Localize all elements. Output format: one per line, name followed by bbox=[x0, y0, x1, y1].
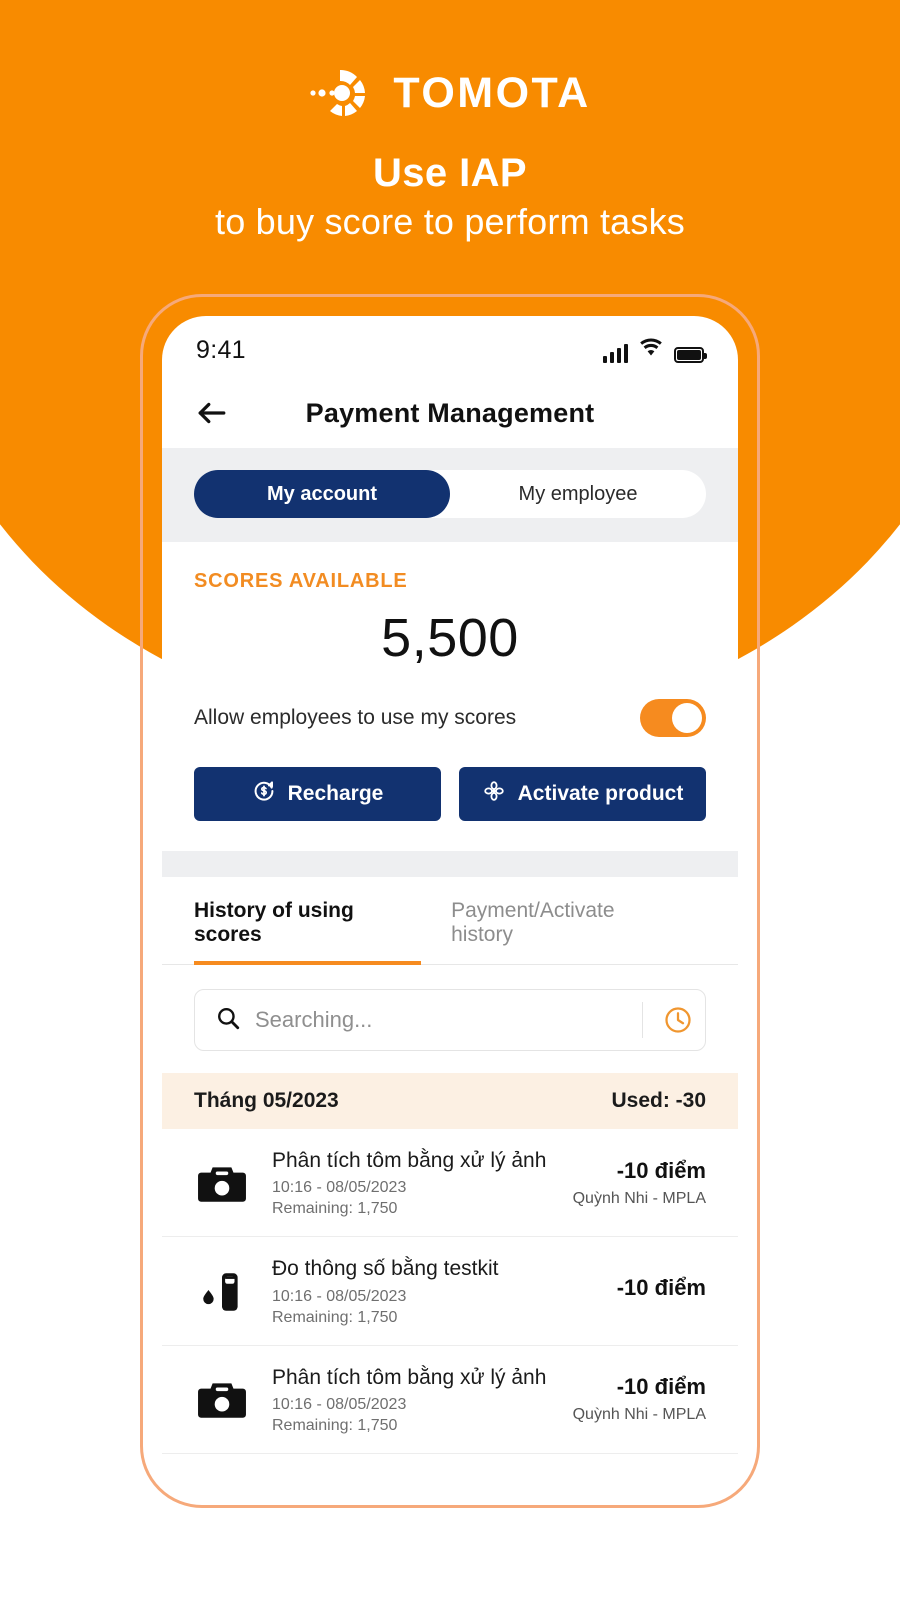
tab-history-of-using-scores[interactable]: History of using scores bbox=[194, 877, 422, 965]
section-divider-band bbox=[162, 851, 738, 877]
transaction-remaining: Remaining: 1,750 bbox=[272, 1200, 398, 1218]
transaction-details: Đo thông số bằng testkit 10:16 - 08/05/2… bbox=[272, 1255, 595, 1326]
status-bar: 9:41 bbox=[162, 316, 738, 378]
camera-icon bbox=[194, 1376, 250, 1422]
circular-segments-icon bbox=[309, 60, 375, 126]
scores-section: SCORES AVAILABLE 5,500 bbox=[162, 542, 738, 669]
wifi-icon bbox=[638, 337, 664, 363]
activate-product-button-label: Activate product bbox=[517, 782, 684, 805]
promo-screenshot: TOMOTA Use IAP to buy score to perform t… bbox=[0, 0, 900, 1600]
transaction-title: Phân tích tôm bằng xử lý ảnh bbox=[272, 1365, 547, 1389]
transaction-amount: -10 điểm bbox=[616, 1374, 706, 1400]
scores-available-value: 5,500 bbox=[381, 608, 519, 668]
month-group-summary: Used: -30 bbox=[611, 1089, 706, 1112]
tab-my-account[interactable]: My account bbox=[194, 470, 450, 518]
allow-employees-toggle[interactable] bbox=[640, 699, 706, 737]
transaction-datetime: 10:16 - 08/05/2023 bbox=[272, 1395, 407, 1413]
phone-screen: 9:41 Payment Management My account My em… bbox=[162, 316, 738, 1502]
transaction-details: Phân tích tôm bằng xử lý ảnh 10:16 - 08/… bbox=[272, 1147, 551, 1218]
search-section bbox=[162, 965, 738, 1073]
battery-full-icon bbox=[674, 346, 707, 363]
table-row[interactable]: Đo thông số bằng testkit 10:16 - 08/05/2… bbox=[162, 1237, 738, 1346]
table-row[interactable]: Phân tích tôm bằng xử lý ảnh 10:16 - 08/… bbox=[162, 1346, 738, 1454]
brand-logo: TOMOTA bbox=[0, 60, 900, 126]
pinwheel-flower-icon bbox=[482, 779, 506, 809]
transaction-amount: -10 điểm bbox=[616, 1274, 706, 1300]
recharge-button[interactable]: Recharge bbox=[194, 767, 441, 821]
tab-my-employee[interactable]: My employee bbox=[450, 470, 706, 518]
testkit-icon bbox=[194, 1267, 250, 1315]
activate-product-button[interactable]: Activate product bbox=[459, 767, 706, 821]
hero-headline: Use IAP to buy score to perform tasks bbox=[0, 148, 900, 247]
transaction-amount-block: -10 điểm Quỳnh Nhi - MPLA bbox=[573, 1158, 706, 1208]
page-title: Payment Management bbox=[305, 397, 595, 428]
segmented-control-band: My account My employee bbox=[162, 448, 738, 542]
allow-employees-label: Allow employees to use my scores bbox=[194, 706, 517, 729]
search-bar bbox=[194, 989, 706, 1051]
toggle-knob bbox=[672, 703, 702, 733]
action-buttons: Recharge Activate product bbox=[162, 737, 738, 821]
transaction-details: Phân tích tôm bằng xử lý ảnh 10:16 - 08/… bbox=[272, 1364, 551, 1435]
allow-employees-row: Allow employees to use my scores bbox=[162, 669, 738, 737]
camera-icon bbox=[194, 1160, 250, 1206]
segmented-control: My account My employee bbox=[194, 470, 706, 518]
status-bar-icons bbox=[603, 337, 707, 363]
transaction-title: Phân tích tôm bằng xử lý ảnh bbox=[272, 1149, 547, 1172]
recharge-button-label: Recharge bbox=[287, 782, 384, 805]
history-tabs: History of using scores Payment/Activate… bbox=[162, 877, 738, 965]
headline-line-2: to buy score to perform tasks bbox=[215, 201, 685, 242]
transaction-title: Đo thông số bằng testkit bbox=[272, 1257, 499, 1281]
transaction-remaining: Remaining: 1,750 bbox=[272, 1416, 398, 1434]
transaction-datetime: 10:16 - 08/05/2023 bbox=[272, 1287, 407, 1305]
transaction-datetime: 10:16 - 08/05/2023 bbox=[272, 1179, 407, 1197]
transaction-amount-block: -10 điểm Quỳnh Nhi - MPLA bbox=[573, 1374, 706, 1424]
dollar-refresh-icon bbox=[252, 779, 276, 809]
tab-payment-activate-history[interactable]: Payment/Activate history bbox=[451, 877, 676, 965]
search-icon bbox=[215, 1005, 241, 1036]
clock-icon[interactable] bbox=[657, 999, 699, 1041]
brand-logo-text: TOMOTA bbox=[393, 68, 591, 117]
month-group-title: Tháng 05/2023 bbox=[194, 1089, 339, 1112]
search-divider bbox=[642, 1002, 643, 1038]
transaction-remaining: Remaining: 1,750 bbox=[272, 1308, 398, 1326]
scores-available-label: SCORES AVAILABLE bbox=[194, 570, 408, 592]
headline-line-1: Use IAP bbox=[373, 151, 527, 195]
month-group-header: Tháng 05/2023 Used: -30 bbox=[162, 1073, 738, 1129]
table-row[interactable]: Phân tích tôm bằng xử lý ảnh 10:16 - 08/… bbox=[162, 1129, 738, 1238]
status-bar-time: 9:41 bbox=[196, 335, 246, 364]
transaction-amount: -10 điểm bbox=[616, 1157, 706, 1183]
transaction-author: Quỳnh Nhi - MPLA bbox=[572, 1189, 706, 1207]
cellular-signal-icon bbox=[603, 343, 628, 363]
search-input[interactable] bbox=[241, 1007, 636, 1033]
transaction-author: Quỳnh Nhi - MPLA bbox=[572, 1406, 706, 1424]
transaction-amount-block: -10 điểm bbox=[617, 1275, 706, 1307]
app-header: Payment Management bbox=[162, 378, 738, 448]
